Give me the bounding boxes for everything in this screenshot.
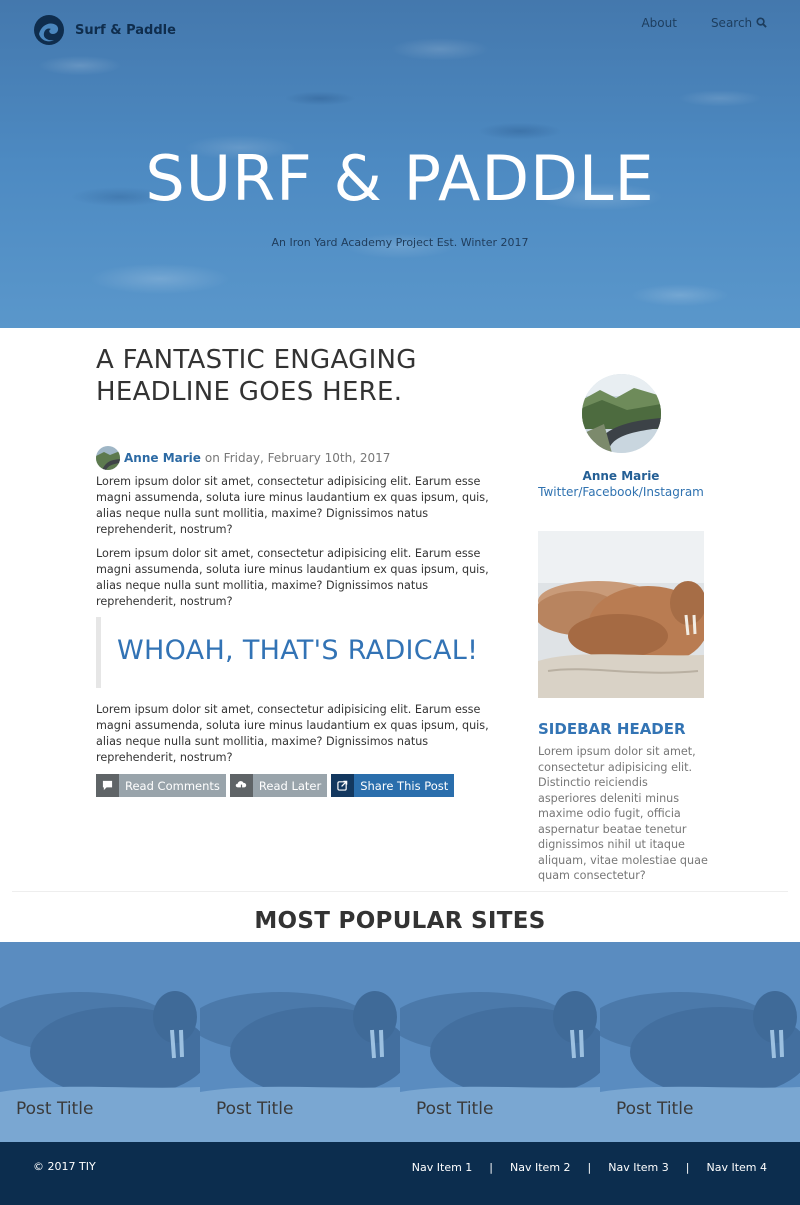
article-paragraph: Lorem ipsum dolor sit amet, consectetur …	[96, 475, 489, 536]
article: A FANTASTIC ENGAGING HEADLINE GOES HERE.…	[96, 344, 496, 797]
footer-nav-separator: |	[587, 1161, 592, 1174]
popular-sites-grid: Post Title Post Title Post Title Post Ti…	[0, 942, 800, 1142]
footer-nav-item-4[interactable]: Nav Item 4	[706, 1161, 767, 1174]
post-title: Post Title	[416, 1099, 494, 1119]
read-later-button[interactable]: Read Later	[229, 774, 328, 797]
hero-subtitle: An Iron Yard Academy Project Est. Winter…	[271, 236, 529, 249]
post-title: Post Title	[616, 1099, 694, 1119]
popular-post-tile[interactable]: Post Title	[600, 942, 800, 1142]
wave-logo-icon	[34, 15, 64, 45]
hero-title: SURF & PADDLE	[145, 142, 655, 215]
popular-sites-title: MOST POPULAR SITES	[254, 908, 546, 934]
footer-copyright: © 2017 TIY	[33, 1160, 96, 1173]
hero-banner: Surf & Paddle About Search SURF & PADDLE…	[0, 0, 800, 328]
byline-date: on Friday, February 10th, 2017	[204, 451, 391, 465]
nav-search-link[interactable]: Search	[711, 16, 767, 30]
byline-author-link[interactable]: Anne Marie	[124, 451, 201, 465]
popular-post-tile[interactable]: Post Title	[200, 942, 400, 1142]
sidebar-author-name: Anne Marie	[582, 469, 660, 483]
read-comments-label: Read Comments	[119, 774, 226, 797]
article-headline: A FANTASTIC ENGAGING HEADLINE GOES HERE.	[96, 345, 417, 407]
footer-nav-item-2[interactable]: Nav Item 2	[510, 1161, 571, 1174]
walrus-image	[538, 531, 704, 698]
sidebar-text: Lorem ipsum dolor sit amet, consectetur …	[538, 745, 708, 882]
popular-post-tile[interactable]: Post Title	[400, 942, 600, 1142]
section-divider	[12, 891, 788, 892]
post-title: Post Title	[216, 1099, 294, 1119]
pull-quote-text: WHOAH, THAT'S RADICAL!	[117, 635, 479, 666]
popular-post-tile[interactable]: Post Title	[0, 942, 200, 1142]
read-comments-button[interactable]: Read Comments	[96, 774, 226, 797]
article-paragraph: Lorem ipsum dolor sit amet, consectetur …	[96, 547, 489, 608]
read-later-label: Read Later	[252, 774, 328, 797]
footer-nav-item-1[interactable]: Nav Item 1	[412, 1161, 473, 1174]
footer-nav: Nav Item 1 | Nav Item 2 | Nav Item 3 | Nav Ite…	[407, 1160, 767, 1176]
share-post-button[interactable]: Share This Post	[331, 774, 455, 797]
nav-about-link[interactable]: About	[641, 16, 676, 30]
author-photo	[582, 374, 661, 453]
sidebar-header: SIDEBAR HEADER	[538, 720, 686, 738]
post-title: Post Title	[16, 1099, 94, 1119]
top-nav: About Search	[641, 16, 767, 30]
share-icon	[331, 774, 355, 797]
article-paragraph: Lorem ipsum dolor sit amet, consectetur …	[96, 703, 489, 764]
byline: Anne Marie on Friday, February 10th, 201…	[96, 446, 496, 470]
nav-search-label: Search	[710, 16, 753, 30]
brand-name: Surf & Paddle	[75, 22, 176, 38]
footer-nav-separator: |	[685, 1161, 690, 1174]
cloud-download-icon	[229, 774, 253, 797]
brand[interactable]: Surf & Paddle	[33, 14, 176, 46]
footer-nav-separator: |	[489, 1161, 494, 1174]
article-actions: Read Comments Read Later Share This Post	[96, 774, 496, 797]
footer: © 2017 TIY Nav Item 1 | Nav Item 2 | Nav Ite…	[0, 1142, 800, 1205]
share-post-label: Share This Post	[354, 774, 455, 797]
comment-icon	[96, 774, 119, 797]
search-icon	[756, 17, 767, 28]
footer-nav-item-3[interactable]: Nav Item 3	[608, 1161, 669, 1174]
pull-quote: WHOAH, THAT'S RADICAL!	[96, 617, 496, 688]
sidebar-social-links[interactable]: Twitter/Facebook/Instagram	[538, 485, 704, 499]
author-avatar	[96, 446, 120, 470]
